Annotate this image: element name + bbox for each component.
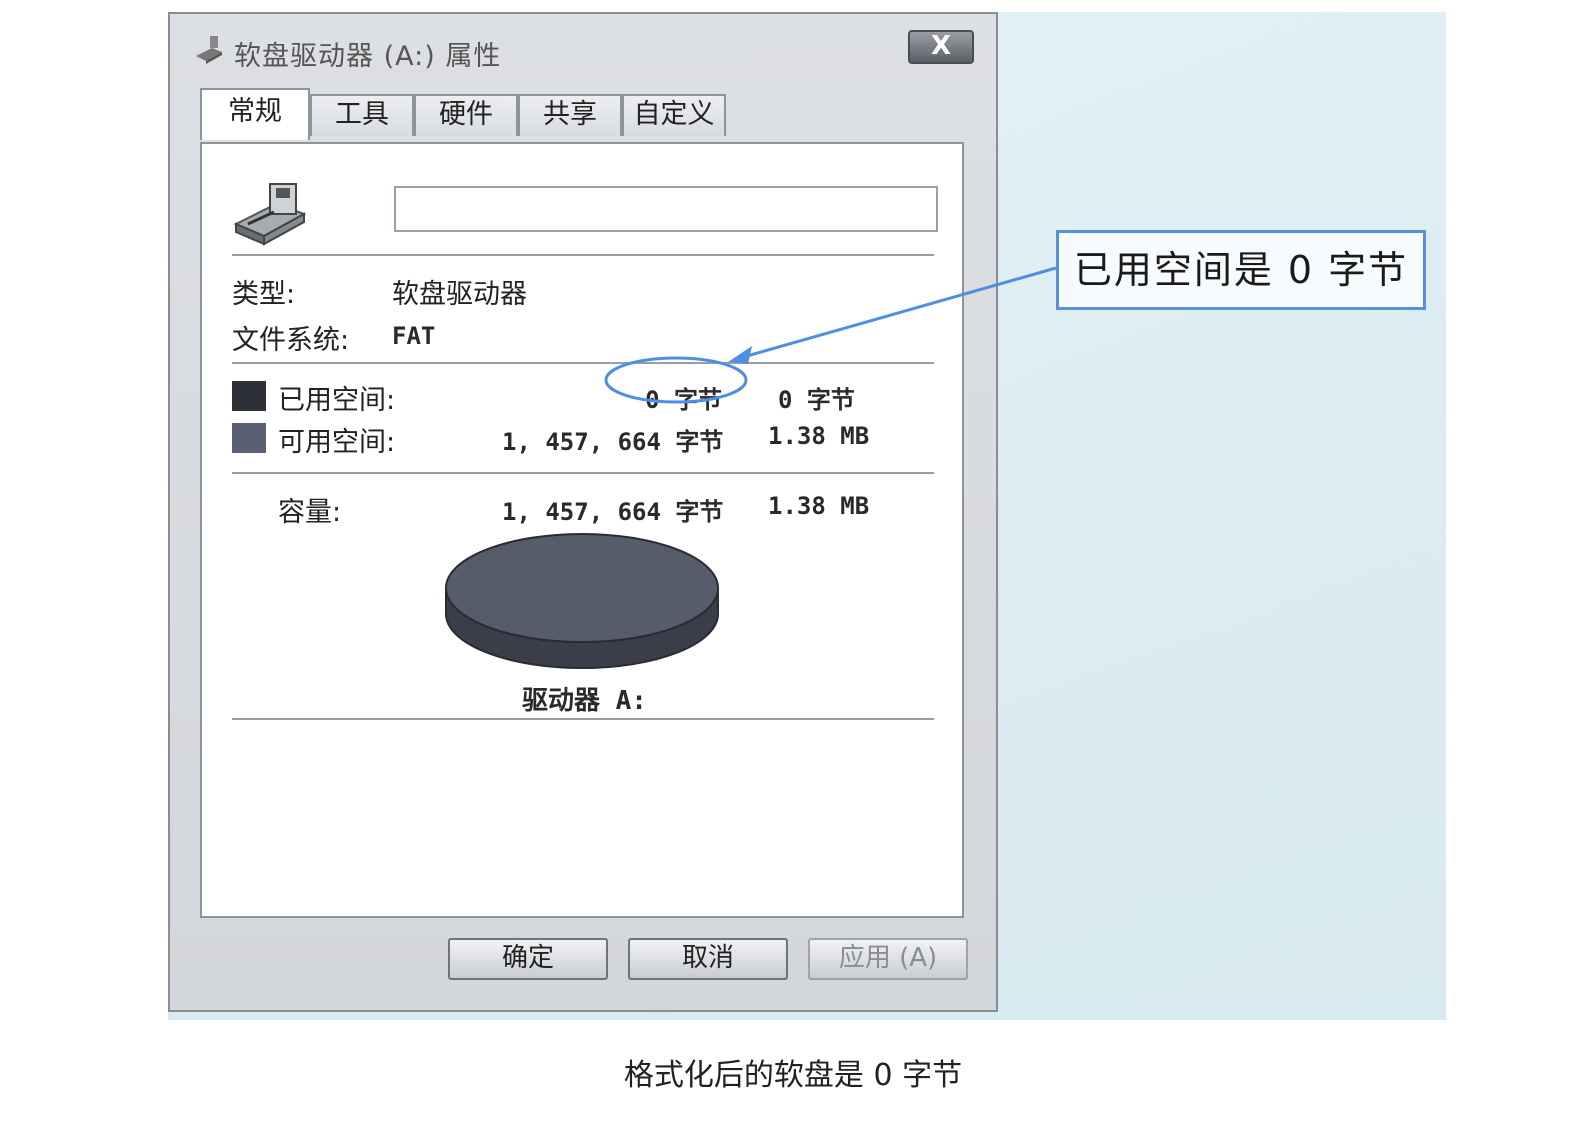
- general-panel: 类型: 软盘驱动器 文件系统: FAT 已用空间: 0 字节 0 字节 可用空间…: [200, 142, 964, 918]
- properties-dialog: 软盘驱动器 (A:) 属性 X 常规 工具 硬件 共享 自定义 类型: 软盘驱动…: [168, 12, 998, 1012]
- cancel-button[interactable]: 取消: [628, 938, 788, 980]
- used-space-bytes: 0 字节: [645, 386, 722, 414]
- capacity-size: 1.38 MB: [768, 492, 870, 520]
- free-space-bytes: 1, 457, 664 字节: [502, 428, 724, 456]
- figure-caption: 格式化后的软盘是 0 字节: [623, 1058, 963, 1093]
- tab-general[interactable]: 常规: [200, 88, 310, 140]
- floppy-drive-icon: [196, 36, 222, 64]
- window-title: 软盘驱动器 (A:) 属性: [234, 41, 502, 72]
- used-space-swatch: [232, 381, 266, 411]
- filesystem-label: 文件系统:: [232, 325, 350, 356]
- capacity-bytes: 1, 457, 664 字节: [502, 498, 724, 526]
- close-icon: X: [930, 31, 952, 61]
- photo-background: 软盘驱动器 (A:) 属性 X 常规 工具 硬件 共享 自定义 类型: 软盘驱动…: [168, 12, 1446, 1020]
- drive-name-input[interactable]: [394, 186, 938, 232]
- pie-slice-free: [445, 533, 719, 643]
- disk-usage-pie: [445, 533, 719, 669]
- separator: [232, 718, 934, 720]
- callout-box: 已用空间是 0 字节: [1056, 230, 1426, 310]
- tab-customize[interactable]: 自定义: [622, 94, 726, 136]
- separator: [232, 472, 934, 474]
- free-space-size: 1.38 MB: [768, 422, 870, 450]
- capacity-label: 容量:: [278, 497, 342, 528]
- title-bar: 软盘驱动器 (A:) 属性 X: [170, 14, 996, 84]
- filesystem-value: FAT: [392, 322, 436, 350]
- separator: [232, 362, 934, 364]
- separator: [232, 254, 934, 256]
- apply-button[interactable]: 应用 (A): [808, 938, 968, 980]
- type-label: 类型:: [232, 279, 296, 310]
- type-value: 软盘驱动器: [392, 279, 527, 310]
- tab-tools[interactable]: 工具: [310, 94, 414, 136]
- free-space-label: 可用空间:: [278, 427, 396, 458]
- close-button[interactable]: X: [908, 30, 974, 64]
- drive-label: 驱动器 A:: [522, 686, 647, 716]
- used-space-size: 0 字节: [778, 386, 855, 414]
- ok-button[interactable]: 确定: [448, 938, 608, 980]
- free-space-swatch: [232, 423, 266, 453]
- used-space-label: 已用空间:: [278, 385, 396, 416]
- floppy-drive-icon: [233, 183, 307, 246]
- tab-hardware[interactable]: 硬件: [414, 94, 518, 136]
- tab-sharing[interactable]: 共享: [518, 94, 622, 136]
